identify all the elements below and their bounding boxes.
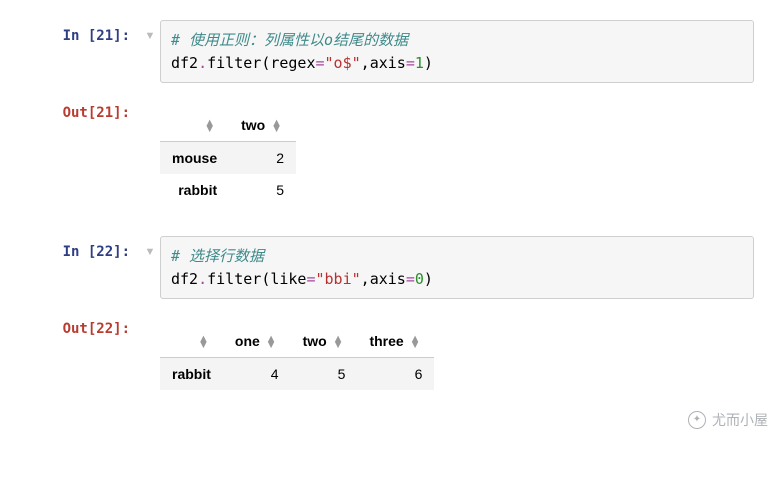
cell-value: 6 bbox=[357, 358, 434, 391]
table-row: mouse 2 bbox=[160, 142, 296, 175]
cell-value: 2 bbox=[229, 142, 296, 175]
notebook-cell: In [22]: ▼ # 选择行数据 df2.filter(like="bbi"… bbox=[20, 236, 754, 390]
code-input[interactable]: # 选择行数据 df2.filter(like="bbi",axis=0) bbox=[160, 236, 754, 299]
sort-icon: ▲▼ bbox=[271, 120, 282, 132]
cell-value: 5 bbox=[229, 174, 296, 206]
column-header[interactable]: two ▲▼ bbox=[229, 109, 296, 142]
chevron-down-icon: ▼ bbox=[145, 246, 156, 258]
cell-collapser[interactable]: ▼ bbox=[140, 236, 160, 258]
column-header[interactable]: two ▲▼ bbox=[291, 325, 358, 358]
chevron-down-icon: ▼ bbox=[145, 30, 156, 42]
watermark: ✦ 尤而小屋 bbox=[688, 410, 768, 430]
code-comment: # 选择行数据 bbox=[171, 247, 264, 265]
row-index: rabbit bbox=[160, 174, 229, 206]
watermark-text: 尤而小屋 bbox=[712, 410, 768, 430]
column-header[interactable]: three ▲▼ bbox=[357, 325, 434, 358]
code-comment: # 使用正则：列属性以o结尾的数据 bbox=[171, 31, 408, 49]
sort-icon: ▲▼ bbox=[204, 120, 215, 132]
sort-icon: ▲▼ bbox=[198, 336, 209, 348]
input-prompt: In [22]: bbox=[20, 236, 140, 260]
sort-icon: ▲▼ bbox=[333, 336, 344, 348]
dataframe-table: ▲▼ one ▲▼ two ▲▼ three ▲▼ rabbit 4 5 6 bbox=[160, 325, 434, 390]
table-row: rabbit 5 bbox=[160, 174, 296, 206]
cell-value: 4 bbox=[223, 358, 291, 391]
dataframe-table: ▲▼ two ▲▼ mouse 2 rabbit 5 bbox=[160, 109, 296, 206]
index-header[interactable]: ▲▼ bbox=[160, 325, 223, 358]
output-prompt: Out[22]: bbox=[20, 313, 140, 337]
cell-value: 5 bbox=[291, 358, 358, 391]
wechat-icon: ✦ bbox=[688, 411, 706, 429]
cell-collapser[interactable]: ▼ bbox=[140, 20, 160, 42]
column-header[interactable]: one ▲▼ bbox=[223, 325, 291, 358]
table-row: rabbit 4 5 6 bbox=[160, 358, 434, 391]
input-prompt: In [21]: bbox=[20, 20, 140, 44]
row-index: mouse bbox=[160, 142, 229, 175]
output-area: ▲▼ two ▲▼ mouse 2 rabbit 5 bbox=[160, 97, 754, 206]
sort-icon: ▲▼ bbox=[266, 336, 277, 348]
index-header[interactable]: ▲▼ bbox=[160, 109, 229, 142]
output-prompt: Out[21]: bbox=[20, 97, 140, 121]
row-index: rabbit bbox=[160, 358, 223, 391]
code-input[interactable]: # 使用正则：列属性以o结尾的数据 df2.filter(regex="o$",… bbox=[160, 20, 754, 83]
notebook-cell: In [21]: ▼ # 使用正则：列属性以o结尾的数据 df2.filter(… bbox=[20, 20, 754, 206]
sort-icon: ▲▼ bbox=[410, 336, 421, 348]
output-area: ▲▼ one ▲▼ two ▲▼ three ▲▼ rabbit 4 5 6 bbox=[160, 313, 754, 390]
